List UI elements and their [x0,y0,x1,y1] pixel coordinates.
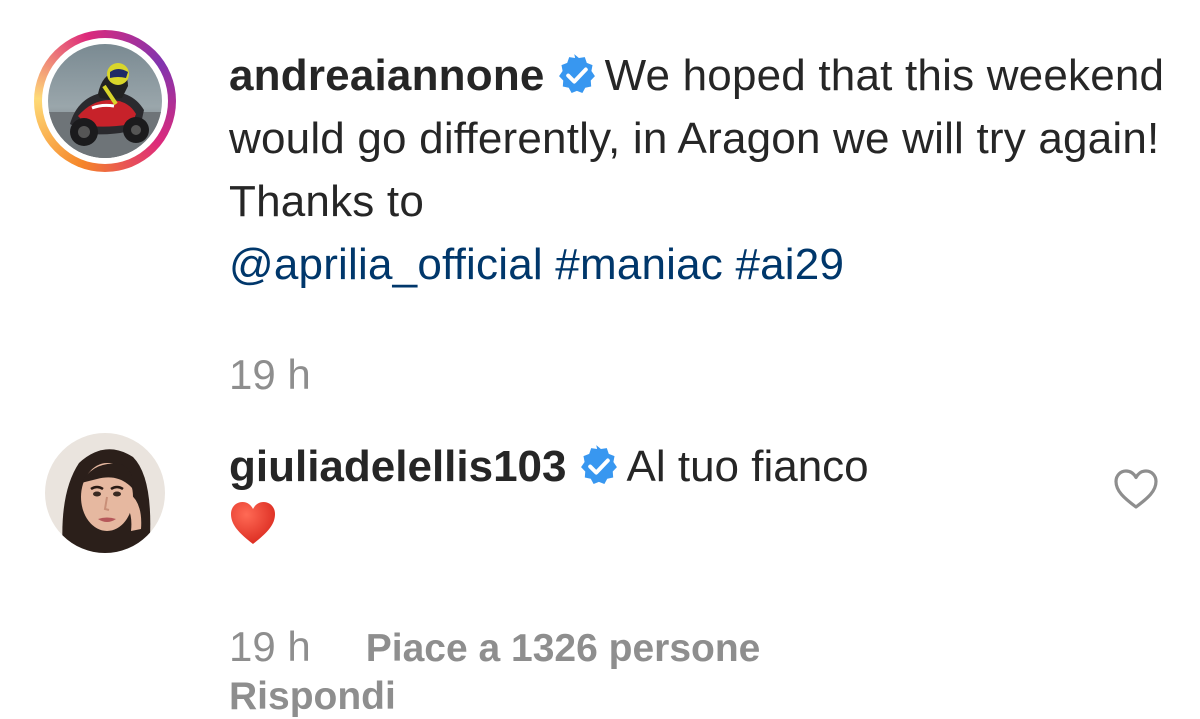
post-avatar-ring[interactable] [34,30,176,172]
post-username[interactable]: andreaiannone [229,51,545,100]
verified-badge-icon [558,54,595,94]
post-timestamp[interactable]: 19 h [229,351,311,399]
hashtag-link[interactable]: #maniac [555,240,723,289]
comment-body: giuliadelellis103 Al tuo fianco [229,438,1089,546]
comment-meta: 19 h Piace a 1326 persone [229,623,760,671]
woman-portrait-photo [45,433,165,553]
post-caption: andreaiannone We hoped that this weekend… [229,44,1169,296]
mention-link[interactable]: @aprilia_official [229,240,543,289]
comment-timestamp[interactable]: 19 h [229,623,311,670]
reply-button[interactable]: Rispondi [229,675,396,719]
hashtag-link[interactable]: #ai29 [735,240,844,289]
comment-likes[interactable]: Piace a 1326 persone [366,627,761,670]
heart-outline-icon[interactable] [1113,468,1159,510]
comment-avatar[interactable] [45,433,165,553]
post-avatar[interactable] [48,44,162,158]
motorbike-rider-photo [48,44,162,158]
comment-username[interactable]: giuliadelellis103 [229,442,567,491]
red-heart-emoji [231,502,275,544]
verified-badge-icon [580,445,617,485]
post-avatar-ring-inner [42,38,168,164]
comment-text: Al tuo fianco [626,442,869,491]
